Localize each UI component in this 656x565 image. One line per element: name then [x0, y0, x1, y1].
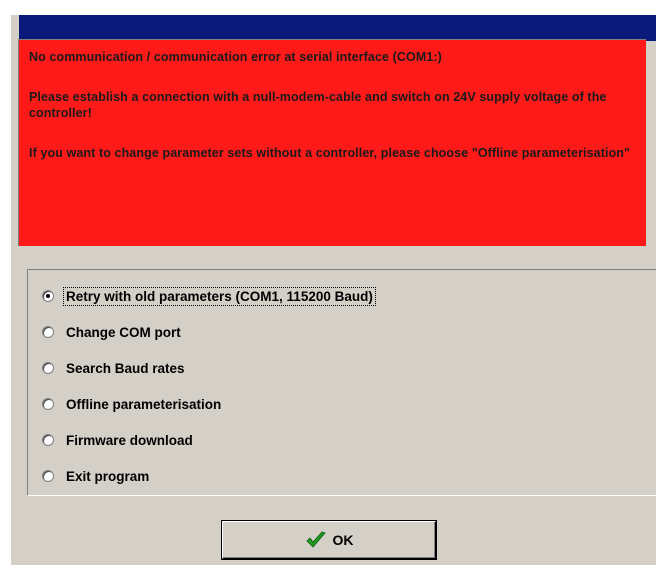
radio-button[interactable]	[42, 398, 54, 410]
error-message-line1: No communication / communication error a…	[29, 50, 442, 64]
option-firmware-download-label[interactable]: Firmware download	[64, 432, 195, 449]
option-change-com-port[interactable]: Change COM port	[42, 322, 183, 342]
error-message-line2: Please establish a connection with a nul…	[29, 90, 607, 120]
option-firmware-download[interactable]: Firmware download	[42, 430, 195, 450]
radio-button-checked[interactable]	[42, 290, 54, 302]
option-search-baud-rates[interactable]: Search Baud rates	[42, 358, 187, 378]
ok-button-label: OK	[332, 532, 354, 548]
options-group: Retry with old parameters (COM1, 115200 …	[27, 269, 656, 496]
error-message-panel: No communication / communication error a…	[18, 39, 646, 246]
radio-button[interactable]	[42, 326, 54, 338]
checkmark-icon	[305, 531, 326, 548]
option-retry[interactable]: Retry with old parameters (COM1, 115200 …	[42, 286, 376, 306]
option-exit-program[interactable]: Exit program	[42, 466, 151, 486]
radio-button[interactable]	[42, 470, 54, 482]
error-message-line3: If you want to change parameter sets wit…	[29, 146, 631, 160]
title-bar[interactable]	[19, 15, 656, 41]
option-retry-label[interactable]: Retry with old parameters (COM1, 115200 …	[63, 286, 376, 306]
option-offline-parameterisation-label[interactable]: Offline parameterisation	[64, 396, 223, 413]
radio-button[interactable]	[42, 434, 54, 446]
option-change-com-port-label[interactable]: Change COM port	[64, 324, 183, 341]
ok-button[interactable]: OK	[222, 521, 436, 559]
option-exit-program-label[interactable]: Exit program	[64, 468, 151, 485]
option-search-baud-rates-label[interactable]: Search Baud rates	[64, 360, 187, 377]
radio-button[interactable]	[42, 362, 54, 374]
option-offline-parameterisation[interactable]: Offline parameterisation	[42, 394, 223, 414]
